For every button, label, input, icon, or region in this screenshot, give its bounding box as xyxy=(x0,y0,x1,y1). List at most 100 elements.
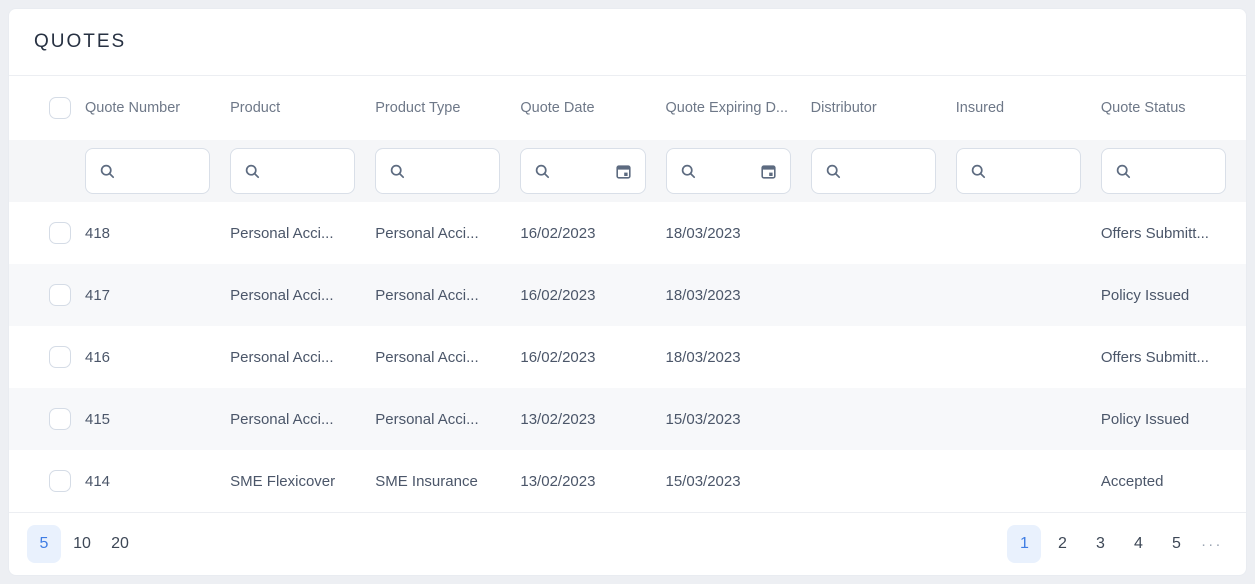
filter-cell-quote_date xyxy=(520,148,665,194)
cell-product: SME Flexicover xyxy=(230,473,375,490)
filter-cell-quote_status xyxy=(1101,148,1246,194)
row-checkbox[interactable] xyxy=(49,222,71,244)
cell-product_type: Personal Acci... xyxy=(375,287,520,304)
cell-quote_expiring: 18/03/2023 xyxy=(666,287,811,304)
cell-product: Personal Acci... xyxy=(230,349,375,366)
page-title: QUOTES xyxy=(34,31,126,53)
filter-input-distributor[interactable] xyxy=(842,163,922,179)
table-body: 418Personal Acci...Personal Acci...16/02… xyxy=(9,202,1246,512)
filter-box-quote_number xyxy=(85,148,210,194)
filter-cell-quote_expiring xyxy=(666,148,811,194)
table-row[interactable]: 416Personal Acci...Personal Acci...16/02… xyxy=(9,326,1246,388)
filter-input-quote_number[interactable] xyxy=(116,163,196,179)
cell-quote_date: 16/02/2023 xyxy=(520,287,665,304)
filter-box-quote_date xyxy=(520,148,645,194)
column-header-distributor[interactable]: Distributor xyxy=(811,100,956,116)
table-row[interactable]: 414SME FlexicoverSME Insurance13/02/2023… xyxy=(9,450,1246,512)
search-icon xyxy=(680,163,697,180)
table-filter-row xyxy=(9,140,1246,202)
column-header-quote_expiring[interactable]: Quote Expiring D... xyxy=(666,100,811,116)
search-icon xyxy=(825,163,842,180)
calendar-icon[interactable] xyxy=(615,163,632,180)
filter-box-insured xyxy=(956,148,1081,194)
pagination-ellipsis[interactable]: ... xyxy=(1197,533,1227,556)
row-checkbox[interactable] xyxy=(49,346,71,368)
table-header-row: Quote NumberProductProduct TypeQuote Dat… xyxy=(9,76,1246,140)
cell-product_type: Personal Acci... xyxy=(375,349,520,366)
cell-quote_expiring: 18/03/2023 xyxy=(666,349,811,366)
search-icon xyxy=(534,163,551,180)
page-button-3[interactable]: 3 xyxy=(1083,525,1117,563)
table-row[interactable]: 417Personal Acci...Personal Acci...16/02… xyxy=(9,264,1246,326)
page-size-option-5[interactable]: 5 xyxy=(27,525,61,563)
column-header-quote_status[interactable]: Quote Status xyxy=(1101,100,1246,116)
filter-input-quote_status[interactable] xyxy=(1132,163,1212,179)
cell-product: Personal Acci... xyxy=(230,225,375,242)
cell-quote_number: 415 xyxy=(85,411,230,428)
page-size-selector: 51020 xyxy=(27,525,137,563)
page-button-2[interactable]: 2 xyxy=(1045,525,1079,563)
filter-cell-quote_number xyxy=(85,148,230,194)
column-header-quote_date[interactable]: Quote Date xyxy=(520,100,665,116)
filter-input-insured[interactable] xyxy=(987,163,1067,179)
cell-quote_status: Policy Issued xyxy=(1101,411,1246,428)
calendar-icon[interactable] xyxy=(760,163,777,180)
search-icon xyxy=(970,163,987,180)
table-row[interactable]: 418Personal Acci...Personal Acci...16/02… xyxy=(9,202,1246,264)
filter-input-product[interactable] xyxy=(261,163,341,179)
table-row[interactable]: 415Personal Acci...Personal Acci...13/02… xyxy=(9,388,1246,450)
filter-box-quote_expiring xyxy=(666,148,791,194)
cell-quote_date: 16/02/2023 xyxy=(520,225,665,242)
pagination: 12345... xyxy=(1007,525,1227,563)
filter-box-product xyxy=(230,148,355,194)
cell-quote_expiring: 18/03/2023 xyxy=(666,225,811,242)
column-header-product[interactable]: Product xyxy=(230,100,375,116)
row-checkbox-cell xyxy=(49,346,85,368)
filter-box-distributor xyxy=(811,148,936,194)
filter-cell-product xyxy=(230,148,375,194)
cell-quote_status: Accepted xyxy=(1101,473,1246,490)
cell-quote_expiring: 15/03/2023 xyxy=(666,473,811,490)
page-button-4[interactable]: 4 xyxy=(1121,525,1155,563)
column-header-insured[interactable]: Insured xyxy=(956,100,1101,116)
page-button-1[interactable]: 1 xyxy=(1007,525,1041,563)
row-checkbox-cell xyxy=(49,222,85,244)
filter-cell-insured xyxy=(956,148,1101,194)
cell-quote_number: 414 xyxy=(85,473,230,490)
search-icon xyxy=(389,163,406,180)
column-header-quote_number[interactable]: Quote Number xyxy=(85,100,230,116)
row-checkbox-cell xyxy=(49,284,85,306)
cell-quote_date: 13/02/2023 xyxy=(520,411,665,428)
header-checkbox-cell xyxy=(49,97,85,119)
column-header-product_type[interactable]: Product Type xyxy=(375,100,520,116)
filter-box-quote_status xyxy=(1101,148,1226,194)
page-size-option-10[interactable]: 10 xyxy=(65,525,99,563)
cell-quote_number: 417 xyxy=(85,287,230,304)
search-icon xyxy=(99,163,116,180)
select-all-checkbox[interactable] xyxy=(49,97,71,119)
filter-input-product_type[interactable] xyxy=(406,163,486,179)
cell-quote_status: Offers Submitt... xyxy=(1101,349,1246,366)
cell-product_type: SME Insurance xyxy=(375,473,520,490)
page-button-5[interactable]: 5 xyxy=(1159,525,1193,563)
cell-product_type: Personal Acci... xyxy=(375,225,520,242)
filter-box-product_type xyxy=(375,148,500,194)
quotes-panel: QUOTES Quote NumberProductProduct TypeQu… xyxy=(8,8,1247,576)
filter-input-quote_expiring[interactable] xyxy=(697,163,760,179)
row-checkbox[interactable] xyxy=(49,408,71,430)
row-checkbox-cell xyxy=(49,470,85,492)
cell-quote_date: 13/02/2023 xyxy=(520,473,665,490)
row-checkbox-cell xyxy=(49,408,85,430)
row-checkbox[interactable] xyxy=(49,470,71,492)
cell-product_type: Personal Acci... xyxy=(375,411,520,428)
filter-cell-distributor xyxy=(811,148,956,194)
page-size-option-20[interactable]: 20 xyxy=(103,525,137,563)
row-checkbox[interactable] xyxy=(49,284,71,306)
cell-quote_status: Policy Issued xyxy=(1101,287,1246,304)
filter-input-quote_date[interactable] xyxy=(551,163,614,179)
cell-quote_number: 416 xyxy=(85,349,230,366)
cell-product: Personal Acci... xyxy=(230,411,375,428)
cell-product: Personal Acci... xyxy=(230,287,375,304)
filter-cell-product_type xyxy=(375,148,520,194)
cell-quote_number: 418 xyxy=(85,225,230,242)
